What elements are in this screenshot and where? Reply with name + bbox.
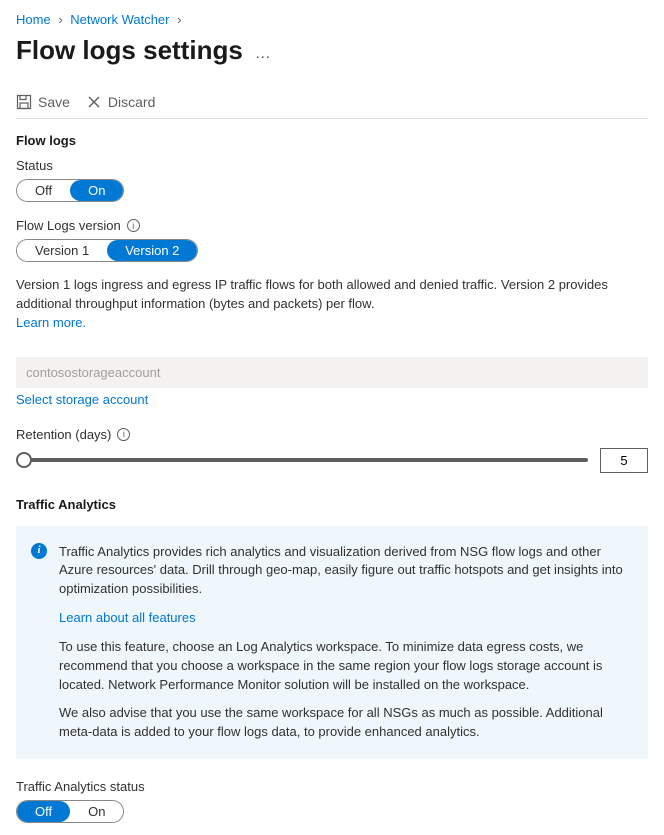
retention-value-input[interactable]: [600, 448, 648, 473]
retention-label: Retention (days): [16, 427, 111, 442]
save-icon: [16, 94, 32, 110]
status-toggle[interactable]: Off On: [16, 179, 124, 202]
storage-account-field: [16, 357, 648, 388]
select-storage-link[interactable]: Select storage account: [16, 392, 148, 407]
chevron-right-icon: ›: [58, 12, 62, 27]
traffic-status-on-option[interactable]: On: [70, 801, 123, 822]
version-description: Version 1 logs ingress and egress IP tra…: [16, 276, 648, 333]
discard-button[interactable]: Discard: [86, 94, 155, 110]
retention-section: Retention (days) i: [16, 427, 648, 473]
learn-more-link[interactable]: Learn more.: [16, 315, 86, 330]
status-on-option[interactable]: On: [70, 180, 123, 201]
version-toggle[interactable]: Version 1 Version 2: [16, 239, 198, 262]
breadcrumb: Home › Network Watcher ›: [16, 12, 648, 27]
status-off-option[interactable]: Off: [17, 180, 70, 201]
version-2-option[interactable]: Version 2: [107, 240, 197, 261]
slider-thumb[interactable]: [16, 452, 32, 468]
toolbar: Save Discard: [16, 86, 648, 119]
storage-section: Select storage account: [16, 357, 648, 407]
chevron-right-icon: ›: [177, 12, 181, 27]
retention-slider-row: [16, 448, 648, 473]
more-actions-icon[interactable]: …: [255, 35, 273, 63]
traffic-status-section: Traffic Analytics status Off On: [16, 779, 648, 823]
version-label-row: Flow Logs version i: [16, 218, 648, 233]
discard-label: Discard: [108, 94, 155, 110]
page-title-row: Flow logs settings …: [16, 31, 648, 66]
info-icon[interactable]: i: [127, 219, 140, 232]
info-icon: i: [31, 543, 47, 559]
close-icon: [86, 94, 102, 110]
breadcrumb-network-watcher[interactable]: Network Watcher: [70, 12, 169, 27]
traffic-status-label: Traffic Analytics status: [16, 779, 648, 794]
callout-paragraph-2: To use this feature, choose an Log Analy…: [59, 638, 631, 695]
callout-paragraph-3: We also advise that you use the same wor…: [59, 704, 631, 742]
save-label: Save: [38, 94, 70, 110]
page-title: Flow logs settings: [16, 35, 243, 66]
status-label: Status: [16, 158, 648, 173]
version-1-option[interactable]: Version 1: [17, 240, 107, 261]
info-icon[interactable]: i: [117, 428, 130, 441]
breadcrumb-home[interactable]: Home: [16, 12, 51, 27]
traffic-status-off-option[interactable]: Off: [17, 801, 70, 822]
retention-slider[interactable]: [16, 450, 588, 470]
save-button[interactable]: Save: [16, 94, 70, 110]
retention-label-row: Retention (days) i: [16, 427, 648, 442]
traffic-status-toggle[interactable]: Off On: [16, 800, 124, 823]
learn-about-features-link[interactable]: Learn about all features: [59, 610, 196, 625]
version-desc-text: Version 1 logs ingress and egress IP tra…: [16, 277, 608, 311]
callout-paragraph-1: Traffic Analytics provides rich analytic…: [59, 543, 631, 600]
version-label: Flow Logs version: [16, 218, 121, 233]
traffic-analytics-callout: i Traffic Analytics provides rich analyt…: [16, 526, 648, 760]
traffic-analytics-section-title: Traffic Analytics: [16, 497, 648, 512]
slider-track: [16, 458, 588, 462]
flow-logs-section-title: Flow logs: [16, 133, 648, 148]
